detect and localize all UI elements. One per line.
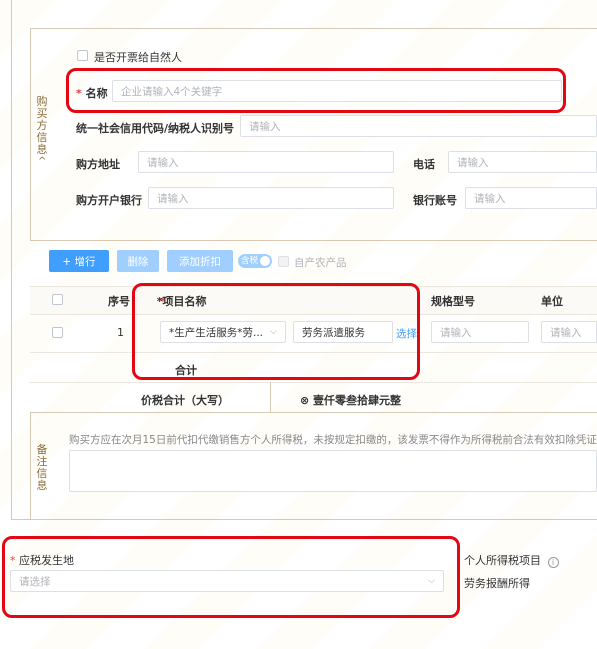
tax-toggle-label: 含税: [241, 256, 259, 266]
header-unit: 单位: [541, 295, 563, 308]
header-index: 序号: [108, 295, 130, 308]
frame-top: [30, 28, 597, 29]
spec-input[interactable]: 请输入: [431, 321, 529, 343]
row-checkbox[interactable]: [52, 327, 63, 338]
credit-code-label: 统一社会信用代码/纳税人识别号: [76, 122, 235, 135]
frame-left-inner: [30, 28, 31, 240]
tax-toggle-knob: [260, 256, 270, 266]
natural-person-checkbox[interactable]: [77, 50, 88, 61]
remarks-section-title: 备注信息: [36, 443, 48, 492]
natural-person-label: 是否开票给自然人: [94, 51, 182, 64]
tax-total-label: 价税合计（大写）: [141, 394, 229, 407]
tax-total-value: ⊗ 壹仟零叁拾肆元整: [300, 394, 402, 407]
tax-total-divider: [270, 382, 271, 412]
frame-left-outer: [11, 0, 12, 519]
name-highlight-box: [66, 68, 566, 113]
info-icon[interactable]: i: [547, 557, 559, 568]
buyer-section-title: 购买方信息: [36, 95, 48, 156]
item-name-highlight-box: [132, 283, 420, 380]
frame-tax-total-bottom: [30, 412, 597, 413]
bank-input[interactable]: 请输入: [148, 187, 394, 209]
bank-label: 购方开户银行: [76, 194, 142, 207]
phone-input[interactable]: 请输入: [448, 151, 597, 173]
address-input[interactable]: 请输入: [138, 151, 394, 173]
income-item-value: 劳务报酬所得: [464, 577, 530, 590]
add-row-button[interactable]: + 增行: [49, 250, 109, 272]
frame-bottom: [11, 519, 597, 520]
add-discount-button[interactable]: 添加折扣: [167, 250, 233, 272]
account-label: 银行账号: [413, 194, 457, 207]
account-input[interactable]: 请输入: [465, 187, 597, 209]
row-index: 1: [117, 326, 124, 339]
frame-remarks-left: [30, 412, 31, 519]
unit-input[interactable]: 请输入: [541, 321, 597, 343]
own-produce-checkbox[interactable]: [278, 256, 289, 267]
remarks-text: 购买方应在次月15日前代扣代缴销售方个人所得税，未按规定扣缴的，该发票不得作为所…: [69, 434, 597, 446]
select-all-checkbox[interactable]: [52, 294, 63, 305]
table-total-bottom-line: [30, 382, 597, 383]
credit-code-input[interactable]: 请输入: [240, 115, 597, 137]
frame-buyer-bottom: [30, 240, 597, 241]
income-item-label: 个人所得税项目 i: [464, 552, 559, 568]
buyer-collapse-icon[interactable]: ^: [38, 156, 46, 167]
tax-toggle[interactable]: 含税: [238, 254, 272, 268]
address-label: 购方地址: [76, 158, 120, 171]
tax-place-highlight-box: [2, 536, 460, 618]
header-spec: 规格型号: [431, 295, 475, 308]
delete-button[interactable]: 删除: [117, 250, 159, 272]
phone-label: 电话: [413, 158, 435, 171]
own-produce-label: 自产农产品: [294, 257, 347, 269]
remarks-textarea[interactable]: [69, 450, 597, 492]
